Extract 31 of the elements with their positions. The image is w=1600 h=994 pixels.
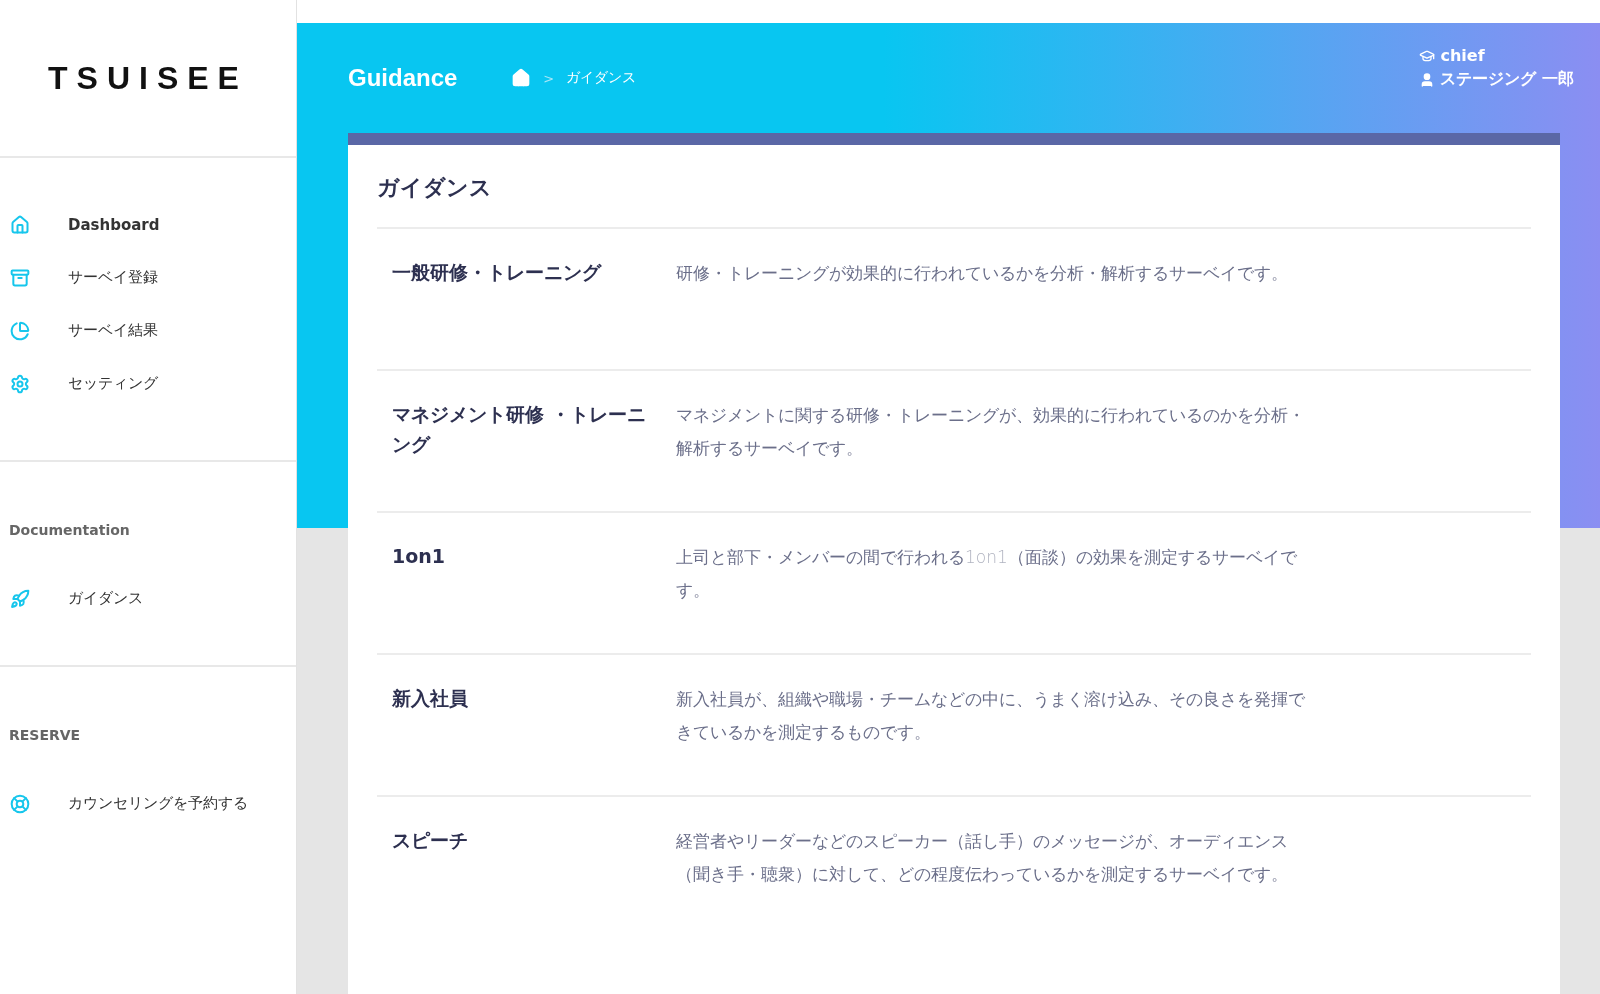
sidebar-item[interactable]: カウンセリングを予約する: [0, 777, 296, 830]
guidance-description: マネジメントに関する研修・トレーニングが、効果的に行われているのかを分析・解析するサーベイです。: [676, 404, 1306, 460]
user-role: chief: [1440, 46, 1485, 65]
guidance-description: 経営者やリーダーなどのスピーカー（話し手）のメッセージが、オーディエンス（聞き手・聴衆）に対して、どの程度伝わっているかを測定するサーベイです。: [676, 830, 1289, 886]
rocket-icon: [10, 588, 30, 609]
guidance-term: 一般研修・トレーニング: [392, 260, 603, 285]
guidance-term: マネジメント研修 ・トレーニング: [392, 402, 647, 457]
guidance-description: 新入社員が、組織や職場・チームなどの中に、うまく溶け込み、その良さを発揮できているかを測定するものです。: [676, 688, 1306, 744]
section-heading: RESERVE: [8, 727, 82, 743]
pie-chart-icon: [10, 320, 30, 341]
guidance-term: スピーチ: [392, 828, 469, 853]
lifebuoy-icon: [10, 793, 30, 814]
guidance-term: 1on1: [392, 544, 447, 569]
breadcrumb-item: ガイダンス: [566, 69, 637, 87]
sidebar-item[interactable]: ガイダンス: [0, 572, 296, 625]
guidance-term: 新入社員: [392, 686, 469, 711]
home-icon: [10, 214, 30, 235]
home-icon[interactable]: [511, 68, 532, 88]
settings-icon: [10, 373, 30, 394]
sidebar-item[interactable]: Dashboard: [0, 198, 296, 251]
sidebar-item[interactable]: セッティング: [0, 357, 296, 410]
user-name: ステージング 一郎: [1440, 69, 1574, 90]
breadcrumb-separator: >: [543, 70, 555, 86]
guidance-description: 上司と部下・メンバーの間で行われる 1on1（面談）の効果を測定するサーベイです。: [676, 546, 1298, 602]
card-title: ガイダンス: [377, 174, 493, 202]
guidance-description: 研修・トレーニングが効果的に行われているかを分析・解析するサーベイです。: [676, 262, 1289, 285]
section-heading: Documentation: [8, 522, 131, 538]
sidebar-item[interactable]: サーベイ結果: [0, 304, 296, 357]
sidebar-item[interactable]: サーベイ登録: [0, 251, 296, 304]
page-title: Guidance: [348, 64, 458, 92]
archive-icon: [10, 267, 30, 288]
